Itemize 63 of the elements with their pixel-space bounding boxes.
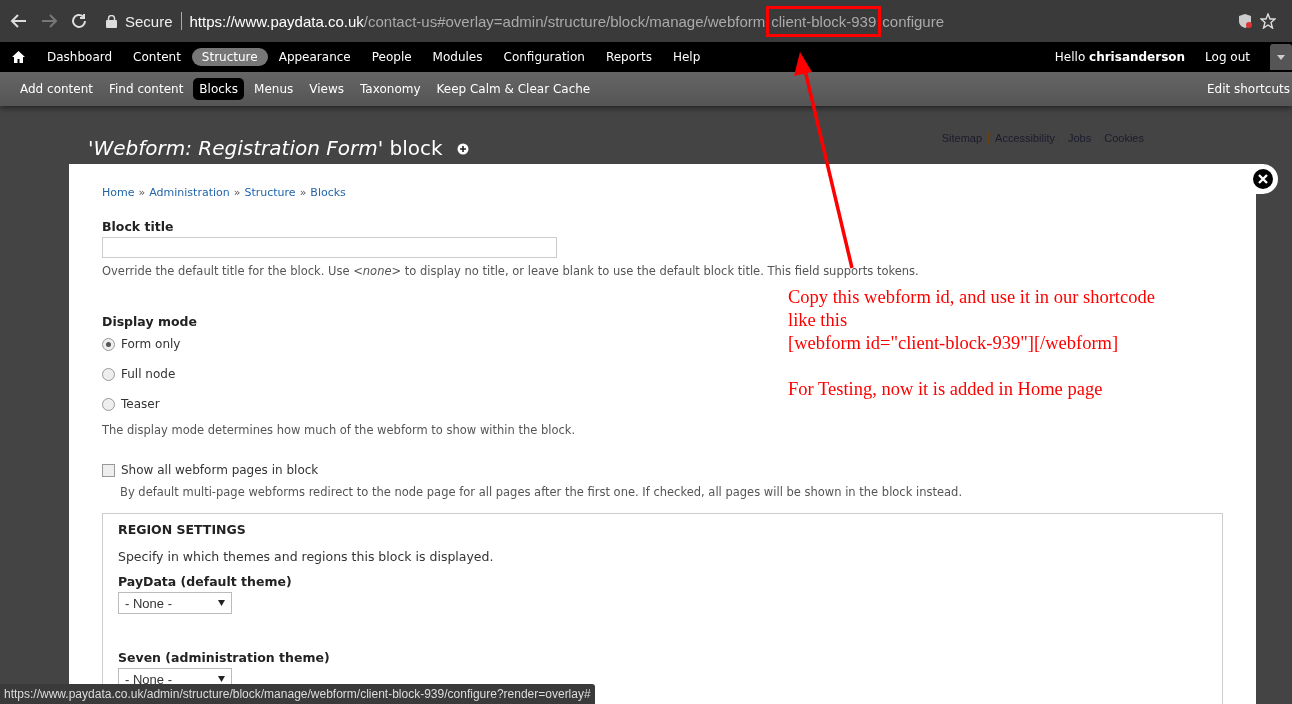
toolbar-menu-item[interactable]: Appearance [268, 48, 361, 66]
star-icon[interactable] [1260, 13, 1276, 29]
shortcut-link[interactable]: Views [303, 78, 350, 100]
fieldset-description: Specify in which themes and regions this block is displayed. [118, 549, 495, 564]
shortcut-link[interactable]: Menus [248, 78, 300, 100]
caret-icon [218, 676, 225, 682]
shortcut-link[interactable]: Keep Calm & Clear Cache [430, 78, 597, 100]
radio-button[interactable] [102, 397, 115, 411]
shortcut-link[interactable]: Blocks [193, 78, 245, 100]
field-label: Display mode [102, 314, 197, 329]
radio-label[interactable]: Form only [121, 337, 181, 351]
annotation-note: For Testing, now it is added in Home page [788, 378, 1104, 401]
breadcrumb-link[interactable]: Home [102, 186, 135, 199]
breadcrumb-separator: » [299, 186, 307, 199]
annotation-note: Copy this webform id, and use it in our shortcode like this [webform id="client-block-939"][/webform] [788, 286, 1155, 355]
edit-shortcuts-link[interactable]: Edit shortcuts [1206, 82, 1290, 96]
shortcut-link[interactable]: Taxonomy [354, 78, 427, 100]
fieldset-legend: REGION SETTINGS [118, 522, 1207, 537]
shield-icon[interactable] [1238, 13, 1252, 29]
field-description: The display mode determines how much of the webform to show within the block. [102, 423, 577, 437]
breadcrumb-separator: » [233, 186, 241, 199]
page-title: 'Webform: Registration Form' block [88, 136, 443, 160]
highlighted-url-part: client-block-939 [766, 5, 882, 37]
checkbox[interactable] [102, 463, 115, 477]
add-shortcut-icon[interactable] [456, 143, 469, 155]
caret-icon [1277, 54, 1285, 60]
radio-button[interactable] [102, 337, 115, 351]
toolbar-menu-item[interactable]: Dashboard [37, 48, 123, 66]
breadcrumb-link[interactable]: Blocks [310, 186, 346, 199]
url-path: configure [882, 12, 945, 30]
url-host: https://www.paydata.co.uk [189, 12, 364, 30]
toolbar-menu-item[interactable]: Help [662, 48, 711, 66]
field-label: Block title [102, 219, 174, 234]
caret-icon [218, 600, 225, 606]
status-url-tooltip: https://www.paydata.co.uk/admin/structure/block/manage/webform/client-block-939/configure?render=overlay# [0, 684, 595, 704]
radio-label[interactable]: Teaser [121, 397, 160, 411]
shortcuts-toggle-button[interactable] [1270, 44, 1292, 70]
shortcut-link[interactable]: Add content [14, 78, 99, 100]
radio-label[interactable]: Full node [121, 367, 176, 381]
region-select[interactable]: - None - [118, 592, 232, 614]
breadcrumb-link[interactable]: Administration [149, 186, 230, 199]
block-title-field[interactable] [102, 237, 557, 258]
user-greeting: Hello chrisanderson [1054, 50, 1186, 64]
toolbar-menu-item[interactable]: Configuration [493, 48, 595, 66]
breadcrumb-separator: » [138, 186, 146, 199]
toolbar-menu-item[interactable]: Structure [191, 48, 268, 66]
secure-label: Secure [125, 12, 173, 30]
toolbar-menu-item[interactable]: Content [123, 48, 191, 66]
field-label: Seven (administration theme) [118, 650, 330, 665]
field-description: By default multi-page webforms redirect to the node page for all pages after the first one. If checked, all pages will be shown in the block instead. [120, 485, 964, 499]
toolbar-menu-item[interactable]: Modules [422, 48, 493, 66]
field-description: Override the default title for the block. Use <none> to display no title, or leave blank to use the default block title. This field supports tokens. [102, 264, 920, 278]
home-icon[interactable] [12, 51, 25, 63]
radio-button[interactable] [102, 367, 115, 381]
checkbox-label[interactable]: Show all webform pages in block [121, 463, 319, 477]
url-path: /contact-us#overlay=admin/structure/block/manage/webform [363, 12, 766, 30]
logout-link[interactable]: Log out [1205, 50, 1250, 64]
lock-icon [106, 14, 117, 28]
breadcrumb-link[interactable]: Structure [244, 186, 296, 199]
toolbar-menu-item[interactable]: Reports [595, 48, 662, 66]
field-label: PayData (default theme) [118, 574, 292, 589]
toolbar-menu-item[interactable]: People [361, 48, 422, 66]
shortcut-link[interactable]: Find content [103, 78, 190, 100]
